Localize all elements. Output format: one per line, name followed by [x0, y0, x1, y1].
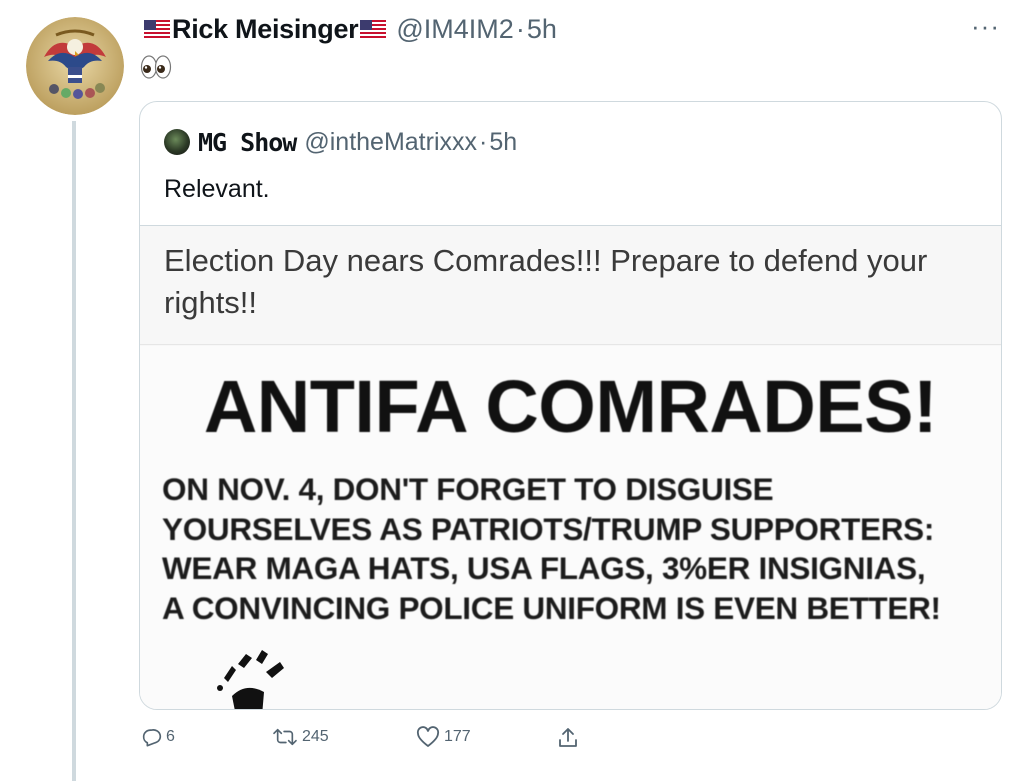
- flyer-line: A CONVINCING POLICE UNIFORM IS EVEN BETT…: [162, 589, 941, 626]
- like-count: 177: [444, 728, 471, 745]
- tweet-body: [140, 54, 172, 82]
- reply-count: 6: [166, 728, 175, 745]
- quoted-media-image[interactable]: Election Day nears Comrades!!! Prepare t…: [140, 225, 1001, 709]
- divider: [140, 344, 1001, 345]
- separator-dot: ·: [479, 127, 488, 156]
- reply-button[interactable]: 6: [140, 726, 175, 748]
- share-button[interactable]: [556, 726, 580, 750]
- reply-icon: [142, 729, 162, 747]
- thread-line: [72, 121, 76, 781]
- quoted-tweet-card[interactable]: MG Show @intheMatrixxx · 5h Relevant. El…: [139, 101, 1002, 710]
- flyer-body: ON NOV. 4, DON'T FORGET TO DISGUISE YOUR…: [162, 470, 992, 628]
- tweet-header: Rick Meisinger @IM4IM2 · 5h: [142, 12, 557, 46]
- splatter-logo-icon: [217, 650, 284, 709]
- quoted-tweet-text: Relevant.: [164, 175, 270, 203]
- timestamp[interactable]: 5h: [527, 14, 557, 45]
- separator-dot: ·: [515, 13, 525, 44]
- flyer-line: WEAR MAGA HATS, USA FLAGS, 3%ER INSIGNIA…: [162, 550, 926, 586]
- screenshot-post-text: Election Day nears Comrades!!! Prepare t…: [164, 243, 928, 320]
- retweet-button[interactable]: 245: [272, 726, 329, 748]
- us-flag-icon: [360, 20, 387, 38]
- retweet-count: 245: [302, 728, 329, 745]
- share-icon: [559, 728, 577, 747]
- display-name[interactable]: Rick Meisinger: [172, 14, 359, 45]
- flyer-title: ANTIFA COMRADES!: [203, 365, 938, 448]
- more-options-icon[interactable]: ···: [971, 13, 1000, 39]
- eyes-emoji-icon: [140, 55, 172, 79]
- quoted-user-handle[interactable]: @intheMatrixxx: [304, 128, 477, 157]
- quoted-display-name[interactable]: MG Show: [198, 128, 297, 157]
- avatar[interactable]: [26, 17, 124, 115]
- retweet-icon: [273, 728, 297, 746]
- us-flag-icon: [144, 20, 170, 38]
- quoted-avatar[interactable]: [164, 129, 190, 155]
- user-handle[interactable]: @IM4IM2: [396, 14, 513, 45]
- flyer: ANTIFA COMRADES! ON NOV. 4, DON'T FORGET…: [140, 346, 1001, 709]
- heart-icon: [416, 726, 440, 747]
- quoted-timestamp[interactable]: 5h: [489, 128, 517, 157]
- quoted-tweet-header: MG Show @intheMatrixxx · 5h: [164, 126, 517, 158]
- eagle-emblem-icon: [26, 17, 124, 115]
- like-button[interactable]: 177: [416, 726, 471, 748]
- flyer-line: ON NOV. 4, DON'T FORGET TO DISGUISE: [162, 471, 774, 507]
- flyer-line: YOURSELVES AS PATRIOTS/TRUMP SUPPORTERS:: [162, 510, 935, 547]
